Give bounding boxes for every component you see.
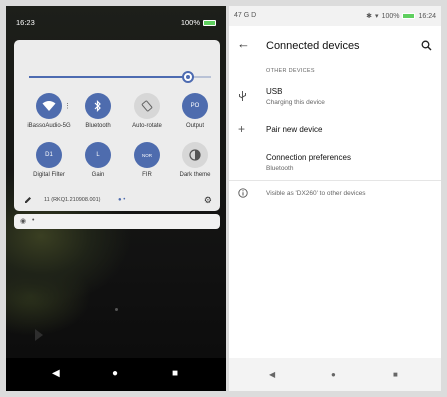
usb-row[interactable]: USB Charging this device [229,82,441,112]
battery-indicator: 100% [181,18,216,27]
digital-filter-icon: D1 [36,142,62,168]
back-button[interactable]: ◀ [52,368,60,379]
home-button[interactable]: ● [112,368,118,379]
edit-icon[interactable] [24,196,32,206]
recents-button[interactable]: ■ [172,368,178,379]
recents-button[interactable]: ■ [393,370,398,379]
tile-label: Dark theme [179,172,211,178]
page-indicator: ● • [118,197,126,203]
launcher-arrow-icon [34,328,44,342]
status-right: ✱ ▾ 100% 16:24 [366,12,436,21]
screenshot-frame: 16:23 100% iBassoAudio-5G ⋮ Bluetooth Au… [0,0,447,397]
brightness-knob[interactable] [182,71,194,83]
brightness-slider[interactable] [29,71,211,83]
build-number[interactable]: 11 (RKQ1.210908.001) [44,197,100,203]
tile-label: Digital Filter [33,172,65,178]
tile-dark-theme[interactable]: Dark theme [170,142,220,179]
dark-theme-icon [182,142,208,168]
settings-gear-icon[interactable]: ⚙ [204,195,212,206]
connection-preferences-title: Connection preferences [266,153,351,162]
status-time: 16:24 [418,12,436,20]
gain-icon: L [85,142,111,168]
wifi-icon [36,93,62,119]
section-header: OTHER DEVICES [266,68,315,74]
tile-bluetooth[interactable]: Bluetooth [73,93,123,130]
tile-fir[interactable]: NOR FIR [122,142,172,179]
tile-label: iBassoAudio-5G [27,123,71,129]
fir-icon: NOR [134,142,160,168]
status-bar: 47 G D ✱ ▾ 100% 16:24 [229,6,441,26]
visible-as-row: Visible as 'DX260' to other devices [229,186,441,204]
pair-new-device-label: Pair new device [266,125,323,134]
quick-settings-screen: 16:23 100% iBassoAudio-5G ⋮ Bluetooth Au… [6,6,226,391]
battery-percent: 100% [381,12,400,20]
page-title: Connected devices [266,40,360,52]
tile-auto-rotate[interactable]: Auto-rotate [122,93,172,130]
plus-icon: + [238,122,246,136]
notification-bar[interactable]: ◉ • [14,214,220,229]
quick-settings-panel: iBassoAudio-5G ⋮ Bluetooth Auto-rotate P… [14,40,220,211]
tile-label: FIR [142,172,152,178]
battery-percent: 100% [180,18,200,27]
status-time: 16:23 [16,18,35,27]
brightness-fill [29,76,184,78]
usb-title: USB [266,87,283,96]
tile-label: Output [185,123,204,129]
expand-icon[interactable]: ⋮ [64,102,71,110]
tile-label: Bluetooth [85,123,111,129]
info-icon [238,188,248,201]
navigation-bar: ◀ ● ■ [229,358,441,391]
usb-icon [238,90,247,105]
tile-output[interactable]: PO Output [170,93,220,130]
bluetooth-icon [85,93,111,119]
pair-new-device-row[interactable]: + Pair new device [229,117,441,141]
tile-label: Auto-rotate [132,123,162,129]
notification-app-icon: ◉ [20,218,27,225]
tile-gain[interactable]: L Gain [73,142,123,179]
visible-as-text: Visible as 'DX260' to other devices [266,190,366,197]
divider [229,180,441,181]
notification-dot: • [32,217,35,224]
back-button[interactable]: ◀ [269,370,275,379]
connection-preferences-subtitle: Bluetooth [266,165,294,172]
status-left: 47 G D [234,12,257,19]
tile-label: Gain [91,172,105,178]
output-icon: PO [182,93,208,119]
bluetooth-status-icon: ✱ [366,13,373,20]
rotate-icon [134,93,160,119]
app-bar: ← Connected devices [229,26,441,66]
status-bar: 16:23 100% [6,6,226,36]
connected-devices-screen: 47 G D ✱ ▾ 100% 16:24 ← Connected device… [229,6,441,391]
navigation-bar: ◀ ● ■ [6,358,226,391]
center-dot [115,308,118,311]
battery-icon [402,13,416,19]
back-arrow-icon[interactable]: ← [237,36,250,51]
connection-preferences-row[interactable]: Connection preferences Bluetooth [229,148,441,178]
search-icon[interactable] [421,38,432,56]
wifi-status-icon: ▾ [375,13,379,20]
tile-digital-filter[interactable]: D1 Digital Filter [24,142,74,179]
usb-subtitle: Charging this device [266,99,325,106]
home-button[interactable]: ● [331,370,336,379]
quick-settings-footer: 11 (RKQ1.210908.001) ● • ⚙ [14,191,220,211]
battery-icon [203,19,216,26]
tile-wifi[interactable]: iBassoAudio-5G [24,93,74,130]
